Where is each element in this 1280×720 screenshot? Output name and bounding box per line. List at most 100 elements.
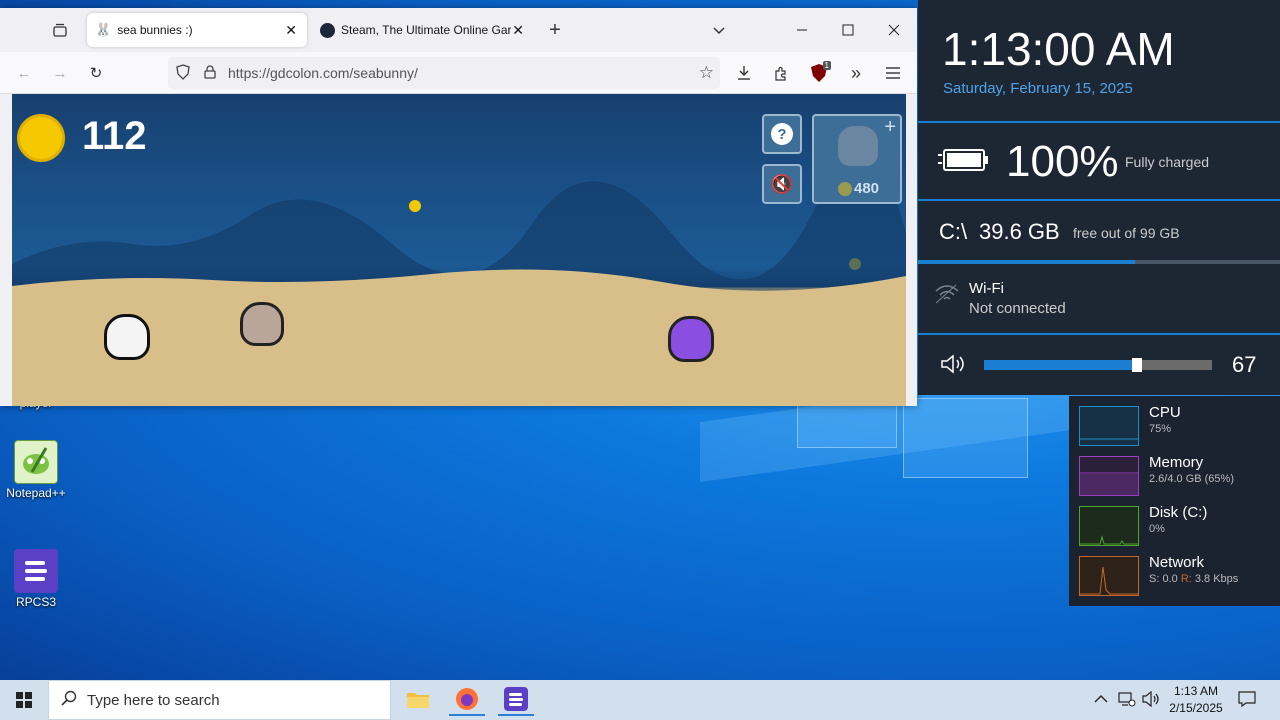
gray-sea-bunny[interactable] [240,302,284,346]
speaker-icon[interactable] [940,353,968,380]
coin-icon [17,114,65,162]
new-tab-icon[interactable]: + [543,18,567,42]
extensions-icon[interactable] [769,61,793,85]
windows-start-icon [16,692,32,708]
chevron-up-icon[interactable] [1094,692,1108,707]
disk-usage-fill [918,260,1135,264]
taskbar-search-box[interactable]: Type here to search [48,680,391,720]
network-send: S: 0.0 [1149,573,1178,585]
help-button[interactable]: ? [762,114,802,154]
clock-date: Saturday, February 15, 2025 [943,80,1133,97]
notifications-icon[interactable] [1238,691,1256,712]
mute-button[interactable]: 🔇 [762,164,802,204]
volume-slider[interactable] [984,358,1212,372]
perf-disk[interactable]: Disk (C:) 0% [1079,504,1274,550]
chevron-down-icon[interactable] [707,18,731,42]
perf-name: Network [1149,554,1205,571]
help-icon: ? [771,123,793,145]
tab-bar: 🐰 sea bunnies :) ✕ Steam, The Ultimate O… [0,8,917,52]
volume-slider-thumb[interactable] [1132,358,1142,372]
price-coin-icon [838,182,852,196]
search-placeholder: Type here to search [87,691,220,709]
disk-usage-bar [918,260,1280,264]
wifi-section: Wi-Fi Not connected [918,265,1280,333]
perf-value: 75% [1149,423,1172,435]
network-tray-icon[interactable] [1118,691,1136,712]
windows-logo-pane [903,398,1028,478]
plus-icon: + [884,116,896,138]
minimize-icon[interactable] [790,18,814,42]
desktop-icon-notepadpp[interactable]: Notepad++ [1,440,71,500]
wifi-icon [934,283,960,310]
disk-drive: C:\ [939,219,968,244]
tab-title: Steam, The Ultimate Online Gar [341,23,511,37]
close-tab-icon[interactable]: ✕ [512,22,524,39]
shield-icon[interactable] [176,63,192,83]
bunny-preview-icon [838,126,878,166]
tab-list-icon[interactable] [48,18,72,42]
perf-cpu[interactable]: CPU 75% [1079,404,1274,450]
extension-badge: 1 [822,61,831,70]
battery-percent: 100% [1006,137,1119,186]
perf-memory[interactable]: Memory 2.6/4.0 GB (65%) [1079,454,1274,500]
perf-value: S: 0.0 R: 3.8 Kbps [1149,573,1238,585]
taskbar-rpcs3[interactable] [498,684,534,716]
disk-section: C:\ 39.6 GB free out of 99 GB [918,199,1280,264]
forward-icon[interactable]: → [48,61,72,85]
performance-widget: CPU 75% Memory 2.6/4.0 GB (65%) Disk (C:… [1069,396,1280,606]
overflow-chevron-icon[interactable]: » [844,61,868,85]
tab-favicon-icon: 🐰 [95,22,112,37]
perf-value: 0% [1149,523,1165,535]
perf-value: 2.6/4.0 GB (65%) [1149,473,1234,485]
steam-icon [320,22,335,38]
ublock-icon[interactable]: 1 [807,61,831,85]
purple-sea-bunny[interactable] [668,316,714,362]
browser-window: 🐰 sea bunnies :) ✕ Steam, The Ultimate O… [0,8,917,406]
wifi-name: Wi-Fi [969,280,1004,297]
lock-icon[interactable] [204,64,218,82]
system-info-panel: 1:13:00 AM Saturday, February 15, 2025 1… [918,0,1280,395]
notepadpp-icon [14,440,58,484]
menu-icon[interactable] [881,61,905,85]
desktop-icon-rpcs3[interactable]: RPCS3 [1,549,71,609]
close-tab-icon[interactable]: ✕ [285,22,297,39]
bunny-price: 480 [854,180,880,197]
url-text: https://gdcolon.com/seabunny/ [228,65,418,81]
network-recv: 3.8 Kbps [1194,573,1239,585]
url-bar[interactable]: https://gdcolon.com/seabunny/ ☆ [168,57,720,89]
muted-speaker-icon: 🔇 [770,173,794,194]
tab-sea-bunnies[interactable]: 🐰 sea bunnies :) ✕ [87,13,307,47]
network-recv-label: R: [1180,573,1192,585]
battery-section: 100% Fully charged [918,121,1280,199]
maximize-icon[interactable] [836,18,860,42]
folder-icon [407,693,429,708]
taskbar-clock[interactable]: 1:13 AM 2/15/2025 [1163,683,1229,717]
volume-tray-icon[interactable] [1142,690,1160,712]
white-sea-bunny[interactable] [104,314,150,360]
clock-time: 1:13:00 AM [942,23,1175,75]
reload-icon[interactable]: ↻ [84,61,108,85]
volume-section: 67 [918,333,1280,395]
volume-slider-fill [984,360,1137,370]
rpcs3-icon [14,549,58,593]
nav-bar: ← → ↻ https://gdcolon.com/seabunny/ ☆ 1 … [0,52,917,94]
downloads-icon[interactable] [732,61,756,85]
taskbar-firefox[interactable] [449,684,485,716]
disk-graph [1079,506,1139,546]
perf-network[interactable]: Network S: 0.0 R: 3.8 Kbps [1079,554,1274,600]
tab-steam[interactable]: Steam, The Ultimate Online Gar ✕ [312,13,530,47]
start-button[interactable] [0,680,48,720]
volume-value: 67 [1232,352,1257,377]
buy-bunny-button[interactable]: + 480 [812,114,902,204]
game-canvas[interactable]: 112 ? 🔇 + 480 [12,94,906,406]
close-window-icon[interactable] [882,18,906,42]
tab-title: sea bunnies :) [117,23,193,37]
firefox-icon [456,688,478,710]
search-icon [61,690,77,711]
disk-detail: free out of 99 GB [1073,225,1180,241]
disk-free: 39.6 GB [979,219,1060,244]
taskbar-file-explorer[interactable] [400,684,436,716]
back-icon[interactable]: ← [12,61,36,85]
bookmark-star-icon[interactable]: ☆ [699,63,714,83]
memory-graph [1079,456,1139,496]
